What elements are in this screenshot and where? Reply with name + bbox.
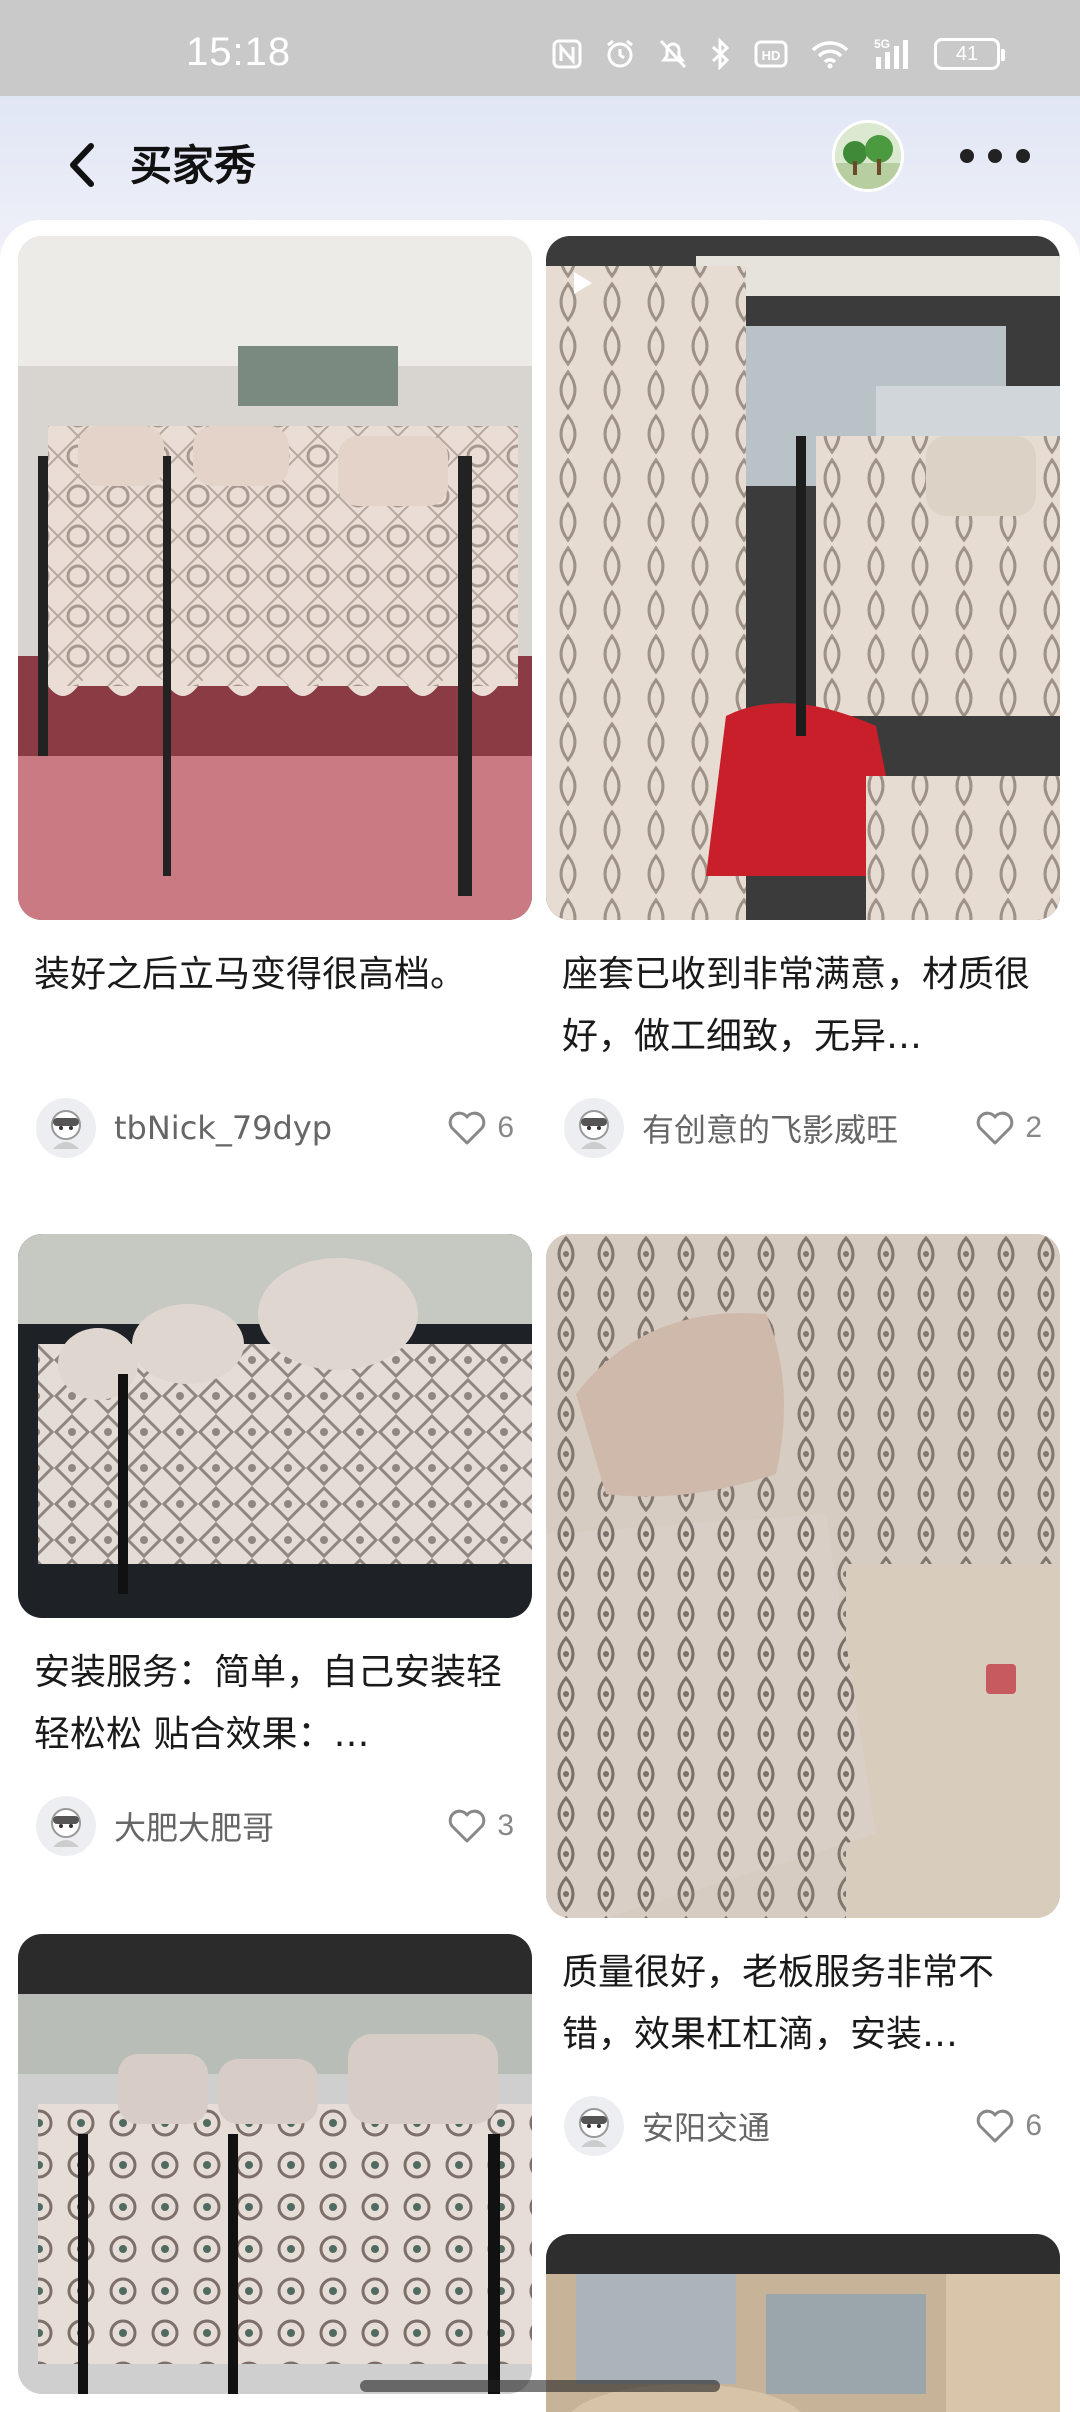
heart-icon [449,1111,486,1145]
post-text: 质量很好，老板服务非常不错，效果杠杠滴，安装… [562,1952,995,2055]
post-text: 座套已收到非常满意，材质很好，做工细致，无异… [562,954,1031,1057]
post-image[interactable] [18,1934,532,2394]
user-avatar-icon[interactable] [36,1796,96,1856]
post-image[interactable] [18,236,532,920]
user-name[interactable]: 安阳交通 [642,2103,975,2149]
like-count: 2 [1025,1111,1042,1144]
post-card[interactable] [18,1934,532,2394]
like-button[interactable]: 6 [447,1110,514,1146]
post-text: 安装服务：简单，自己安装轻轻松松 贴合效果：… [34,1652,503,1755]
more-dot [988,149,1002,163]
hd-icon: HD [754,40,788,68]
mute-icon [659,39,687,69]
signal-icon: 5G [874,37,908,69]
post-card[interactable]: 座套已收到非常满意，材质很好，做工细致，无异… 有创意的飞影威旺 2 [546,236,1060,1160]
status-time: 15:18 [186,30,292,74]
post-card[interactable]: 装好之后立马变得很高档。 tbNick_79dyp 6 [18,236,532,1160]
like-count: 6 [1025,2109,1042,2142]
back-arrow-icon [70,143,94,187]
back-button[interactable] [52,130,112,200]
post-meta: 有创意的飞影威旺 2 [546,1096,1060,1160]
battery-icon: 41 [934,38,1005,70]
more-dot [1016,149,1030,163]
nfc-icon [552,39,582,69]
avatar[interactable] [832,120,904,192]
user-avatar-icon[interactable] [36,1098,96,1158]
post-card[interactable]: 质量很好，老板服务非常不错，效果杠杠滴，安装… 安阳交通 6 [546,1234,1060,2158]
feed: 装好之后立马变得很高档。 tbNick_79dyp 6 座套已收到非常满意，材质… [0,220,1080,2412]
like-count: 6 [497,1111,514,1144]
post-card[interactable]: 安装服务：简单，自己安装轻轻松松 贴合效果：… 大肥大肥哥 3 [18,1234,532,1858]
more-button[interactable] [960,136,1030,176]
like-button[interactable]: 2 [975,1110,1042,1146]
network-label: 5G [874,37,890,51]
user-avatar-icon[interactable] [564,1098,624,1158]
status-bar: 15:18 HD 5G 41 [0,0,1080,96]
post-meta: tbNick_79dyp 6 [18,1096,532,1160]
like-button[interactable]: 3 [447,1808,514,1844]
post-meta: 安阳交通 6 [546,2094,1060,2158]
post-text: 装好之后立马变得很高档。 [34,954,467,995]
user-avatar-icon[interactable] [564,2096,624,2156]
heart-icon [449,1809,486,1843]
more-dot [960,149,974,163]
page-title: 买家秀 [130,141,257,190]
bluetooth-icon [711,38,730,70]
user-name[interactable]: tbNick_79dyp [114,1109,447,1147]
post-image[interactable] [18,1234,532,1618]
home-indicator[interactable] [360,2380,720,2392]
wifi-icon [811,41,849,69]
post-meta: 大肥大肥哥 3 [18,1794,532,1858]
heart-icon [977,1111,1014,1145]
like-button[interactable]: 6 [975,2108,1042,2144]
heart-icon [977,2109,1014,2143]
like-count: 3 [497,1809,514,1842]
user-name[interactable]: 大肥大肥哥 [114,1803,447,1849]
post-image[interactable] [546,1234,1060,1918]
svg-text:HD: HD [762,48,781,63]
video-play-icon [574,272,592,294]
alarm-icon [607,39,633,68]
user-name[interactable]: 有创意的飞影威旺 [642,1105,975,1151]
status-icons: HD 5G 41 [552,34,1005,74]
post-image[interactable] [546,236,1060,920]
